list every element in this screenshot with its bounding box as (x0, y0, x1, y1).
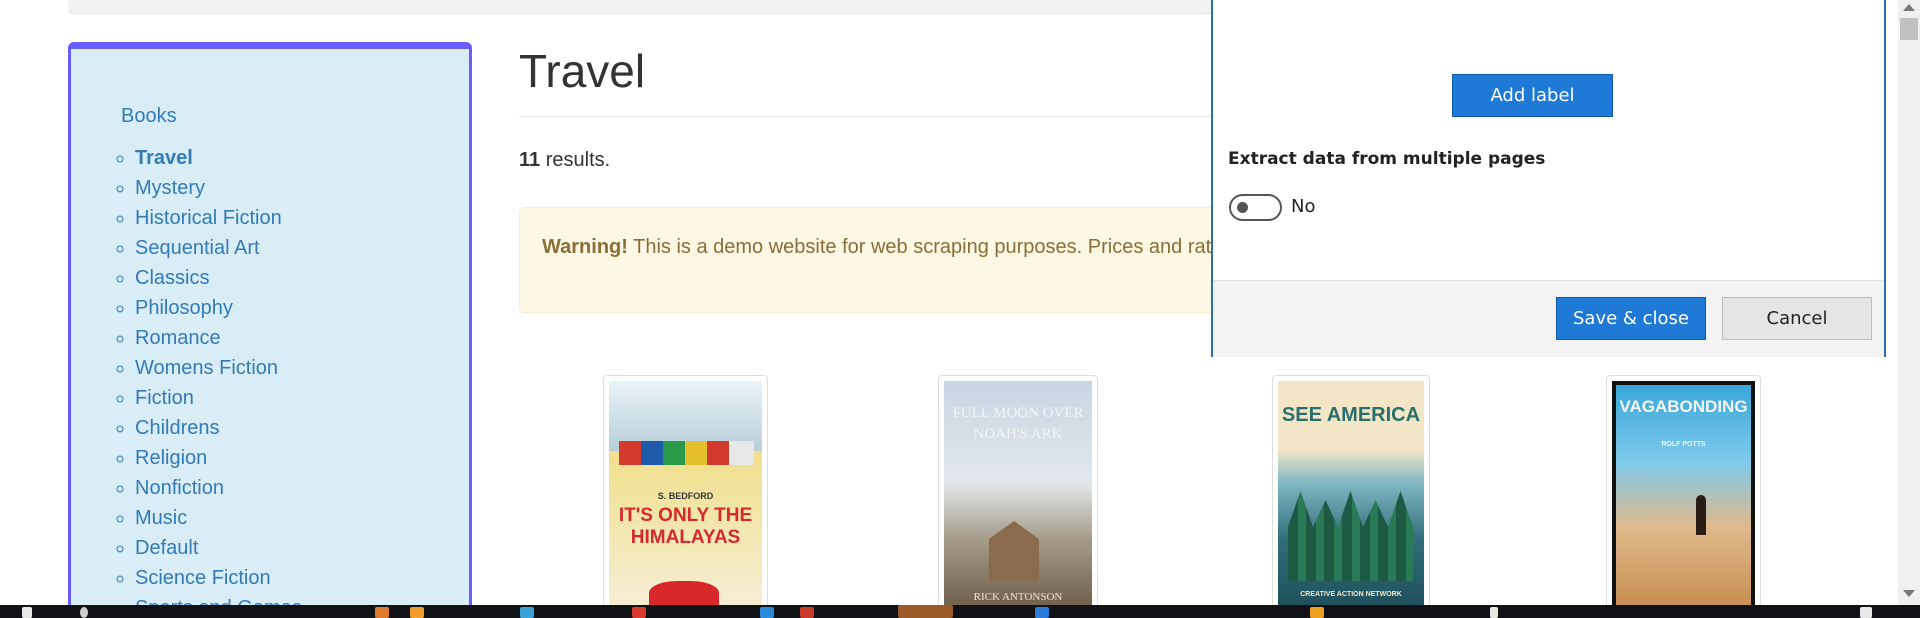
book-cover-author: ROLF POTTS (1661, 441, 1706, 448)
dialog-footer: Save & close Cancel (1213, 280, 1884, 357)
category-item-classics[interactable]: Classics (135, 263, 302, 293)
book-thumbnail[interactable]: SEE AMERICA CREATIVE ACTION NETWORK (1272, 375, 1430, 605)
book-cover-image[interactable]: S. BEDFORD IT'S ONLY THE HIMALAYAS (609, 381, 762, 605)
category-label[interactable]: Childrens (135, 417, 219, 439)
app-icon[interactable] (760, 607, 774, 618)
category-label[interactable]: Womens Fiction (135, 357, 278, 379)
book-cover-image[interactable]: SEE AMERICA CREATIVE ACTION NETWORK (1278, 381, 1424, 605)
book-cover-author: RICK ANTONSON (973, 591, 1063, 603)
start-icon[interactable] (22, 607, 32, 618)
category-item-romance[interactable]: Romance (135, 323, 302, 353)
search-icon[interactable] (80, 607, 88, 618)
app-icon[interactable] (1035, 607, 1049, 618)
category-label[interactable]: Default (135, 537, 198, 559)
extract-multiple-pages-heading: Extract data from multiple pages (1228, 149, 1546, 169)
toggle-knob (1237, 202, 1248, 213)
results-number: 11 (519, 149, 541, 171)
category-label[interactable]: Sequential Art (135, 237, 260, 259)
category-label[interactable]: Sports and Games (135, 597, 302, 605)
category-label[interactable]: Fiction (135, 387, 194, 409)
category-item-religion[interactable]: Religion (135, 443, 302, 473)
scroll-up-arrow-icon[interactable] (1903, 4, 1915, 11)
save-close-button[interactable]: Save & close (1556, 297, 1706, 340)
category-label[interactable]: Philosophy (135, 297, 233, 319)
category-item-sports-and-games[interactable]: Sports and Games (135, 593, 302, 605)
multiple-pages-toggle[interactable] (1229, 194, 1282, 221)
category-label[interactable]: Classics (135, 267, 209, 289)
category-item-nonfiction[interactable]: Nonfiction (135, 473, 302, 503)
add-label-button[interactable]: Add label (1452, 74, 1613, 117)
taskbar (0, 605, 1920, 618)
results-count: 11 results. (519, 149, 610, 172)
cancel-button[interactable]: Cancel (1722, 297, 1872, 340)
category-item-historical-fiction[interactable]: Historical Fiction (135, 203, 302, 233)
scroll-down-arrow-icon[interactable] (1903, 590, 1915, 597)
category-item-childrens[interactable]: Childrens (135, 413, 302, 443)
category-label[interactable]: Religion (135, 447, 207, 469)
book-cover-title: VAGABONDING (1619, 397, 1748, 416)
book-cover-author: S. BEDFORD (657, 491, 714, 501)
book-cover-author: CREATIVE ACTION NETWORK (1300, 591, 1402, 598)
toggle-state-label: No (1291, 196, 1316, 217)
book-thumbnail[interactable]: VAGABONDING ROLF POTTS (1606, 375, 1761, 605)
category-item-travel[interactable]: Travel (135, 143, 302, 173)
book-thumbnail[interactable]: S. BEDFORD IT'S ONLY THE HIMALAYAS (603, 375, 768, 605)
category-list: Travel Mystery Historical Fiction Sequen… (115, 143, 302, 605)
category-label[interactable]: Travel (135, 147, 193, 169)
extract-settings-dialog: Add label Extract data from multiple pag… (1211, 0, 1886, 357)
category-sidebar: Books Travel Mystery Historical Fiction … (68, 42, 472, 605)
category-label[interactable]: Romance (135, 327, 221, 349)
book-thumbnail[interactable]: FULL MOON OVER NOAH'S ARK RICK ANTONSON (938, 375, 1098, 605)
app-icon[interactable] (632, 607, 646, 618)
category-item-fiction[interactable]: Fiction (135, 383, 302, 413)
category-item-music[interactable]: Music (135, 503, 302, 533)
book-cover-title: SEE AMERICA (1281, 404, 1421, 426)
app-icon[interactable] (375, 607, 389, 618)
vertical-scrollbar[interactable] (1898, 0, 1920, 605)
book-cover-image[interactable]: VAGABONDING ROLF POTTS (1612, 381, 1755, 605)
category-label[interactable]: Mystery (135, 177, 205, 199)
category-item-sequential-art[interactable]: Sequential Art (135, 233, 302, 263)
book-cover-image[interactable]: FULL MOON OVER NOAH'S ARK RICK ANTONSON (944, 381, 1092, 605)
app-icon[interactable] (410, 607, 424, 618)
category-item-science-fiction[interactable]: Science Fiction (135, 563, 302, 593)
warning-label: Warning! (542, 236, 628, 258)
book-cover-title: FULL MOON OVER NOAH'S ARK (952, 405, 1084, 442)
browser-page: Books Travel Mystery Historical Fiction … (0, 0, 1898, 605)
app-icon[interactable] (800, 607, 814, 618)
category-item-mystery[interactable]: Mystery (135, 173, 302, 203)
category-item-default[interactable]: Default (135, 533, 302, 563)
app-icon[interactable] (520, 607, 534, 618)
category-label[interactable]: Nonfiction (135, 477, 224, 499)
category-item-philosophy[interactable]: Philosophy (135, 293, 302, 323)
results-suffix: results. (540, 149, 611, 171)
app-icon[interactable] (1310, 607, 1324, 618)
page-title: Travel (519, 45, 646, 97)
active-app-icon[interactable] (898, 605, 953, 618)
tray-icon[interactable] (1490, 607, 1498, 618)
books-link[interactable]: Books (121, 105, 177, 128)
book-cover-title: IT'S ONLY THE HIMALAYAS (618, 505, 753, 548)
category-label[interactable]: Historical Fiction (135, 207, 282, 229)
category-item-womens-fiction[interactable]: Womens Fiction (135, 353, 302, 383)
category-label[interactable]: Music (135, 507, 187, 529)
scrollbar-thumb[interactable] (1900, 18, 1918, 40)
category-label[interactable]: Science Fiction (135, 567, 271, 589)
notification-icon[interactable] (1860, 607, 1872, 618)
